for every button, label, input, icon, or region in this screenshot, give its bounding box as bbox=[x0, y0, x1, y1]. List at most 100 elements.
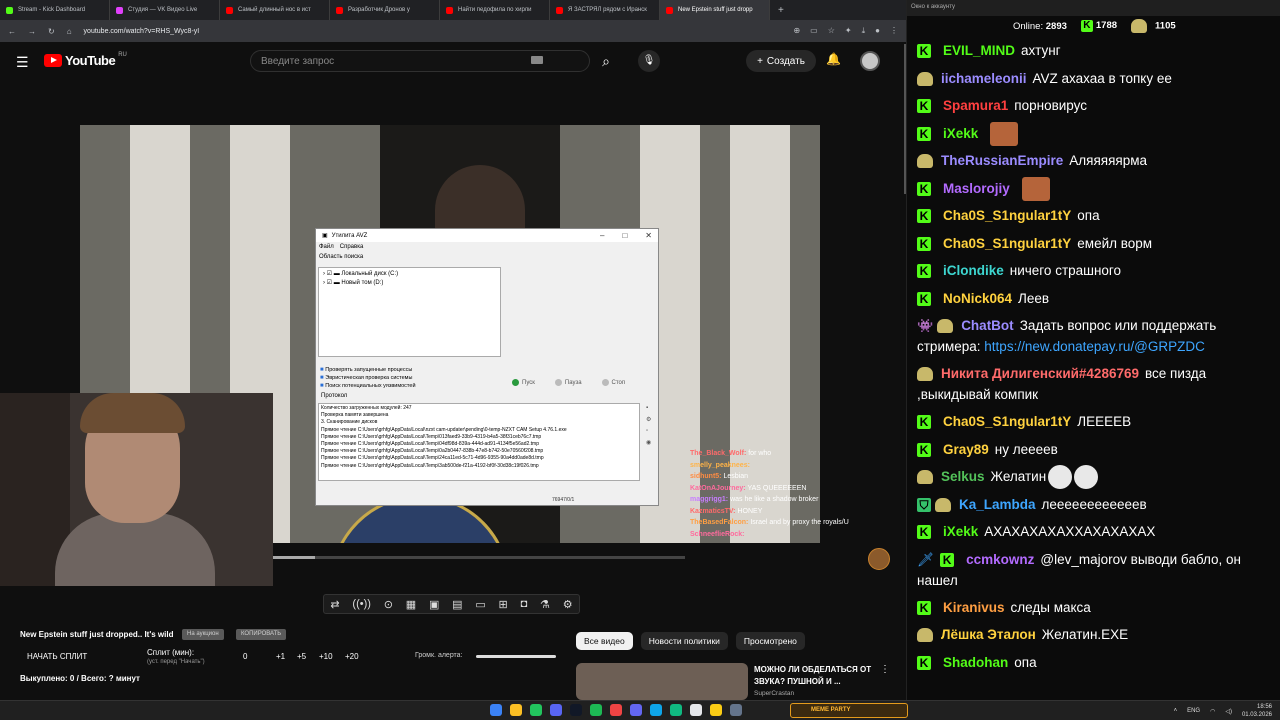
start-split-button[interactable]: НАЧАТЬ СПЛИТ bbox=[27, 652, 87, 661]
avz-check-vulnerabilities[interactable]: Поиск потенциальных уязвимостей bbox=[320, 382, 500, 390]
keyboard-icon[interactable] bbox=[531, 56, 543, 64]
browser-tab[interactable]: New Epstein stuff just dropp bbox=[660, 0, 770, 20]
taskbar-app-icon[interactable] bbox=[530, 704, 542, 716]
tools-icon[interactable]: ⚙ bbox=[646, 416, 651, 423]
chat-username[interactable]: Cha0S_S1ngular1tY bbox=[943, 236, 1071, 251]
chat-username[interactable]: Maslorojiy bbox=[943, 181, 1010, 196]
split-add-1-button[interactable]: +1 bbox=[276, 652, 285, 661]
profile-icon[interactable]: ● bbox=[875, 26, 880, 36]
chat-username[interactable]: ChatBot bbox=[961, 318, 1014, 333]
minimize-icon[interactable]: – bbox=[600, 231, 604, 240]
avz-menu-help[interactable]: Справка bbox=[340, 244, 364, 250]
taskbar-app-icon[interactable] bbox=[590, 704, 602, 716]
picture-icon[interactable]: ▣ bbox=[429, 598, 439, 611]
avz-stop-button[interactable]: Стоп bbox=[602, 379, 626, 386]
menu-icon[interactable]: ⋮ bbox=[890, 26, 898, 36]
related-video-title[interactable]: МОЖНО ЛИ ОБДЕЛАТЬСЯ ОТ ЗВУКА? ПУШНОЙ И .… bbox=[754, 664, 874, 688]
save-icon[interactable]: ▪ bbox=[646, 405, 651, 411]
avz-check-processes[interactable]: Проверять запущенные процессы bbox=[320, 366, 500, 374]
puzzle-icon[interactable]: ✦ bbox=[845, 26, 852, 36]
avz-drive-d[interactable]: › ☑ ▬ Новый том (D:) bbox=[323, 279, 496, 288]
chat-username[interactable]: iClondike bbox=[943, 263, 1004, 278]
taskbar-app-icon[interactable] bbox=[690, 704, 702, 716]
split-add-5-button[interactable]: +5 bbox=[297, 652, 306, 661]
chat-username[interactable]: iXekk bbox=[943, 524, 978, 539]
notifications-bell-icon[interactable]: 🔔 bbox=[826, 52, 841, 66]
close-icon[interactable]: ✕ bbox=[645, 231, 652, 240]
browser-tab[interactable]: Разработчик Дронов у bbox=[330, 0, 440, 20]
avz-titlebar[interactable]: ▣ Утилита AVZ – □ ✕ bbox=[316, 229, 658, 242]
loop-icon[interactable]: ⇄ bbox=[330, 598, 339, 611]
copy-button[interactable]: КОПИРОВАТЬ bbox=[236, 629, 287, 640]
film-icon[interactable]: ▦ bbox=[406, 598, 416, 611]
avatar[interactable] bbox=[860, 51, 880, 71]
flask-icon[interactable]: ⚗ bbox=[540, 598, 550, 611]
avz-protocol-tab[interactable]: Протокол bbox=[321, 393, 347, 399]
taskbar-app-icon[interactable] bbox=[630, 704, 642, 716]
avz-drive-tree[interactable]: › ☑ ▬ Локальный диск (C:) › ☑ ▬ Новый то… bbox=[318, 267, 501, 357]
document-icon[interactable]: ▫ bbox=[646, 428, 651, 434]
settings-gear-icon[interactable]: ⚙ bbox=[563, 598, 573, 611]
clock[interactable]: 18:56 01.03.2026 bbox=[1242, 703, 1272, 719]
avz-drive-c[interactable]: › ☑ ▬ Локальный диск (C:) bbox=[323, 270, 496, 279]
avz-window[interactable]: ▣ Утилита AVZ – □ ✕ Файл Справка Область… bbox=[315, 228, 659, 506]
browser-tab[interactable]: Найти педофила по хирли bbox=[440, 0, 550, 20]
browser-tab[interactable]: Stream - Kick Dashboard bbox=[0, 0, 110, 20]
microphone-icon[interactable]: 🎙 bbox=[638, 50, 660, 72]
chat-username[interactable]: Gray89 bbox=[943, 442, 989, 457]
taskbar-app-icon[interactable] bbox=[610, 704, 622, 716]
hamburger-menu-icon[interactable]: ☰ bbox=[16, 54, 29, 71]
subtitles-icon[interactable]: ▭ bbox=[475, 598, 485, 611]
split-add-20-button[interactable]: +20 bbox=[345, 652, 359, 661]
split-add-10-button[interactable]: +10 bbox=[319, 652, 333, 661]
alert-volume-slider[interactable] bbox=[476, 655, 556, 658]
chat-link[interactable]: https://new.donatepay.ru/@GRPZDC bbox=[984, 339, 1205, 354]
chat-username[interactable]: Cha0S_S1ngular1tY bbox=[943, 414, 1071, 429]
maximize-icon[interactable]: □ bbox=[622, 231, 627, 240]
avz-check-heuristic[interactable]: Эвристическая проверка системы bbox=[320, 374, 500, 382]
globe-icon[interactable]: ◉ bbox=[646, 439, 651, 446]
taskbar-app-icon[interactable] bbox=[730, 704, 742, 716]
browser-tab[interactable]: Самый длинный нос в ист bbox=[220, 0, 330, 20]
chat-username[interactable]: Лёшка Эталон bbox=[941, 627, 1036, 642]
chat-message-list[interactable]: K EVIL_MIND ахтунг iichameleonii AVZ ахахаа … bbox=[917, 37, 1271, 676]
chat-username[interactable]: Shadohan bbox=[943, 655, 1008, 670]
meme-party-widget[interactable]: MEME PARTY bbox=[790, 703, 908, 718]
search-input[interactable]: Введите запрос bbox=[250, 50, 590, 72]
chat-username[interactable]: Selkus bbox=[941, 469, 985, 484]
search-icon[interactable]: ⌕ bbox=[590, 50, 622, 72]
language-indicator[interactable]: ENG bbox=[1187, 708, 1200, 714]
taskbar-app-icon[interactable] bbox=[570, 704, 582, 716]
zoom-icon[interactable]: ⊕ bbox=[793, 26, 800, 36]
avz-pause-button[interactable]: Пауза bbox=[555, 379, 582, 386]
chat-username[interactable]: Никита Дилигенский#4286769 bbox=[941, 366, 1139, 381]
chat-username[interactable]: iXekk bbox=[943, 126, 978, 141]
home-icon[interactable]: ⌂ bbox=[67, 27, 72, 36]
taskbar-app-icon[interactable] bbox=[710, 704, 722, 716]
add-icon[interactable]: ⊞ bbox=[499, 598, 508, 611]
browser-tab[interactable]: Студия — VK Видео Live bbox=[110, 0, 220, 20]
video-progress-bar[interactable] bbox=[273, 556, 685, 559]
chat-username[interactable]: TheRussianEmpire bbox=[941, 153, 1063, 168]
url-field[interactable]: youtube.com/watch?v=RHS_Wyc8-yI bbox=[84, 28, 782, 35]
volume-icon[interactable]: ◁) bbox=[1225, 708, 1232, 715]
related-video-thumbnail[interactable] bbox=[576, 663, 748, 700]
network-icon[interactable]: ◠ bbox=[1210, 708, 1215, 715]
browser-tab[interactable]: Я ЗАСТРЯЛ рядом с Иранск bbox=[550, 0, 660, 20]
auction-button[interactable]: На аукцион bbox=[182, 629, 224, 640]
youtube-logo[interactable]: YouTube RU bbox=[44, 52, 127, 68]
taskbar-app-icon[interactable] bbox=[550, 704, 562, 716]
more-options-icon[interactable]: ⋮ bbox=[880, 664, 890, 675]
avz-start-button[interactable]: Пуск bbox=[512, 379, 535, 386]
taskbar-app-icon[interactable] bbox=[670, 704, 682, 716]
tray-chevron-icon[interactable]: ˄ bbox=[1174, 708, 1178, 714]
chat-username[interactable]: Ka_Lambda bbox=[959, 497, 1036, 512]
chip-politics-news[interactable]: Новости политики bbox=[640, 632, 728, 650]
camera-icon[interactable]: ◘ bbox=[521, 598, 528, 610]
reload-icon[interactable]: ↻ bbox=[48, 27, 55, 36]
cast-icon[interactable]: ▭ bbox=[810, 26, 818, 36]
related-video-channel[interactable]: SuperCrastan bbox=[754, 690, 794, 697]
back-icon[interactable]: ← bbox=[8, 27, 16, 36]
star-icon[interactable]: ☆ bbox=[828, 26, 835, 36]
timeline-icon[interactable]: ▤ bbox=[452, 598, 462, 611]
